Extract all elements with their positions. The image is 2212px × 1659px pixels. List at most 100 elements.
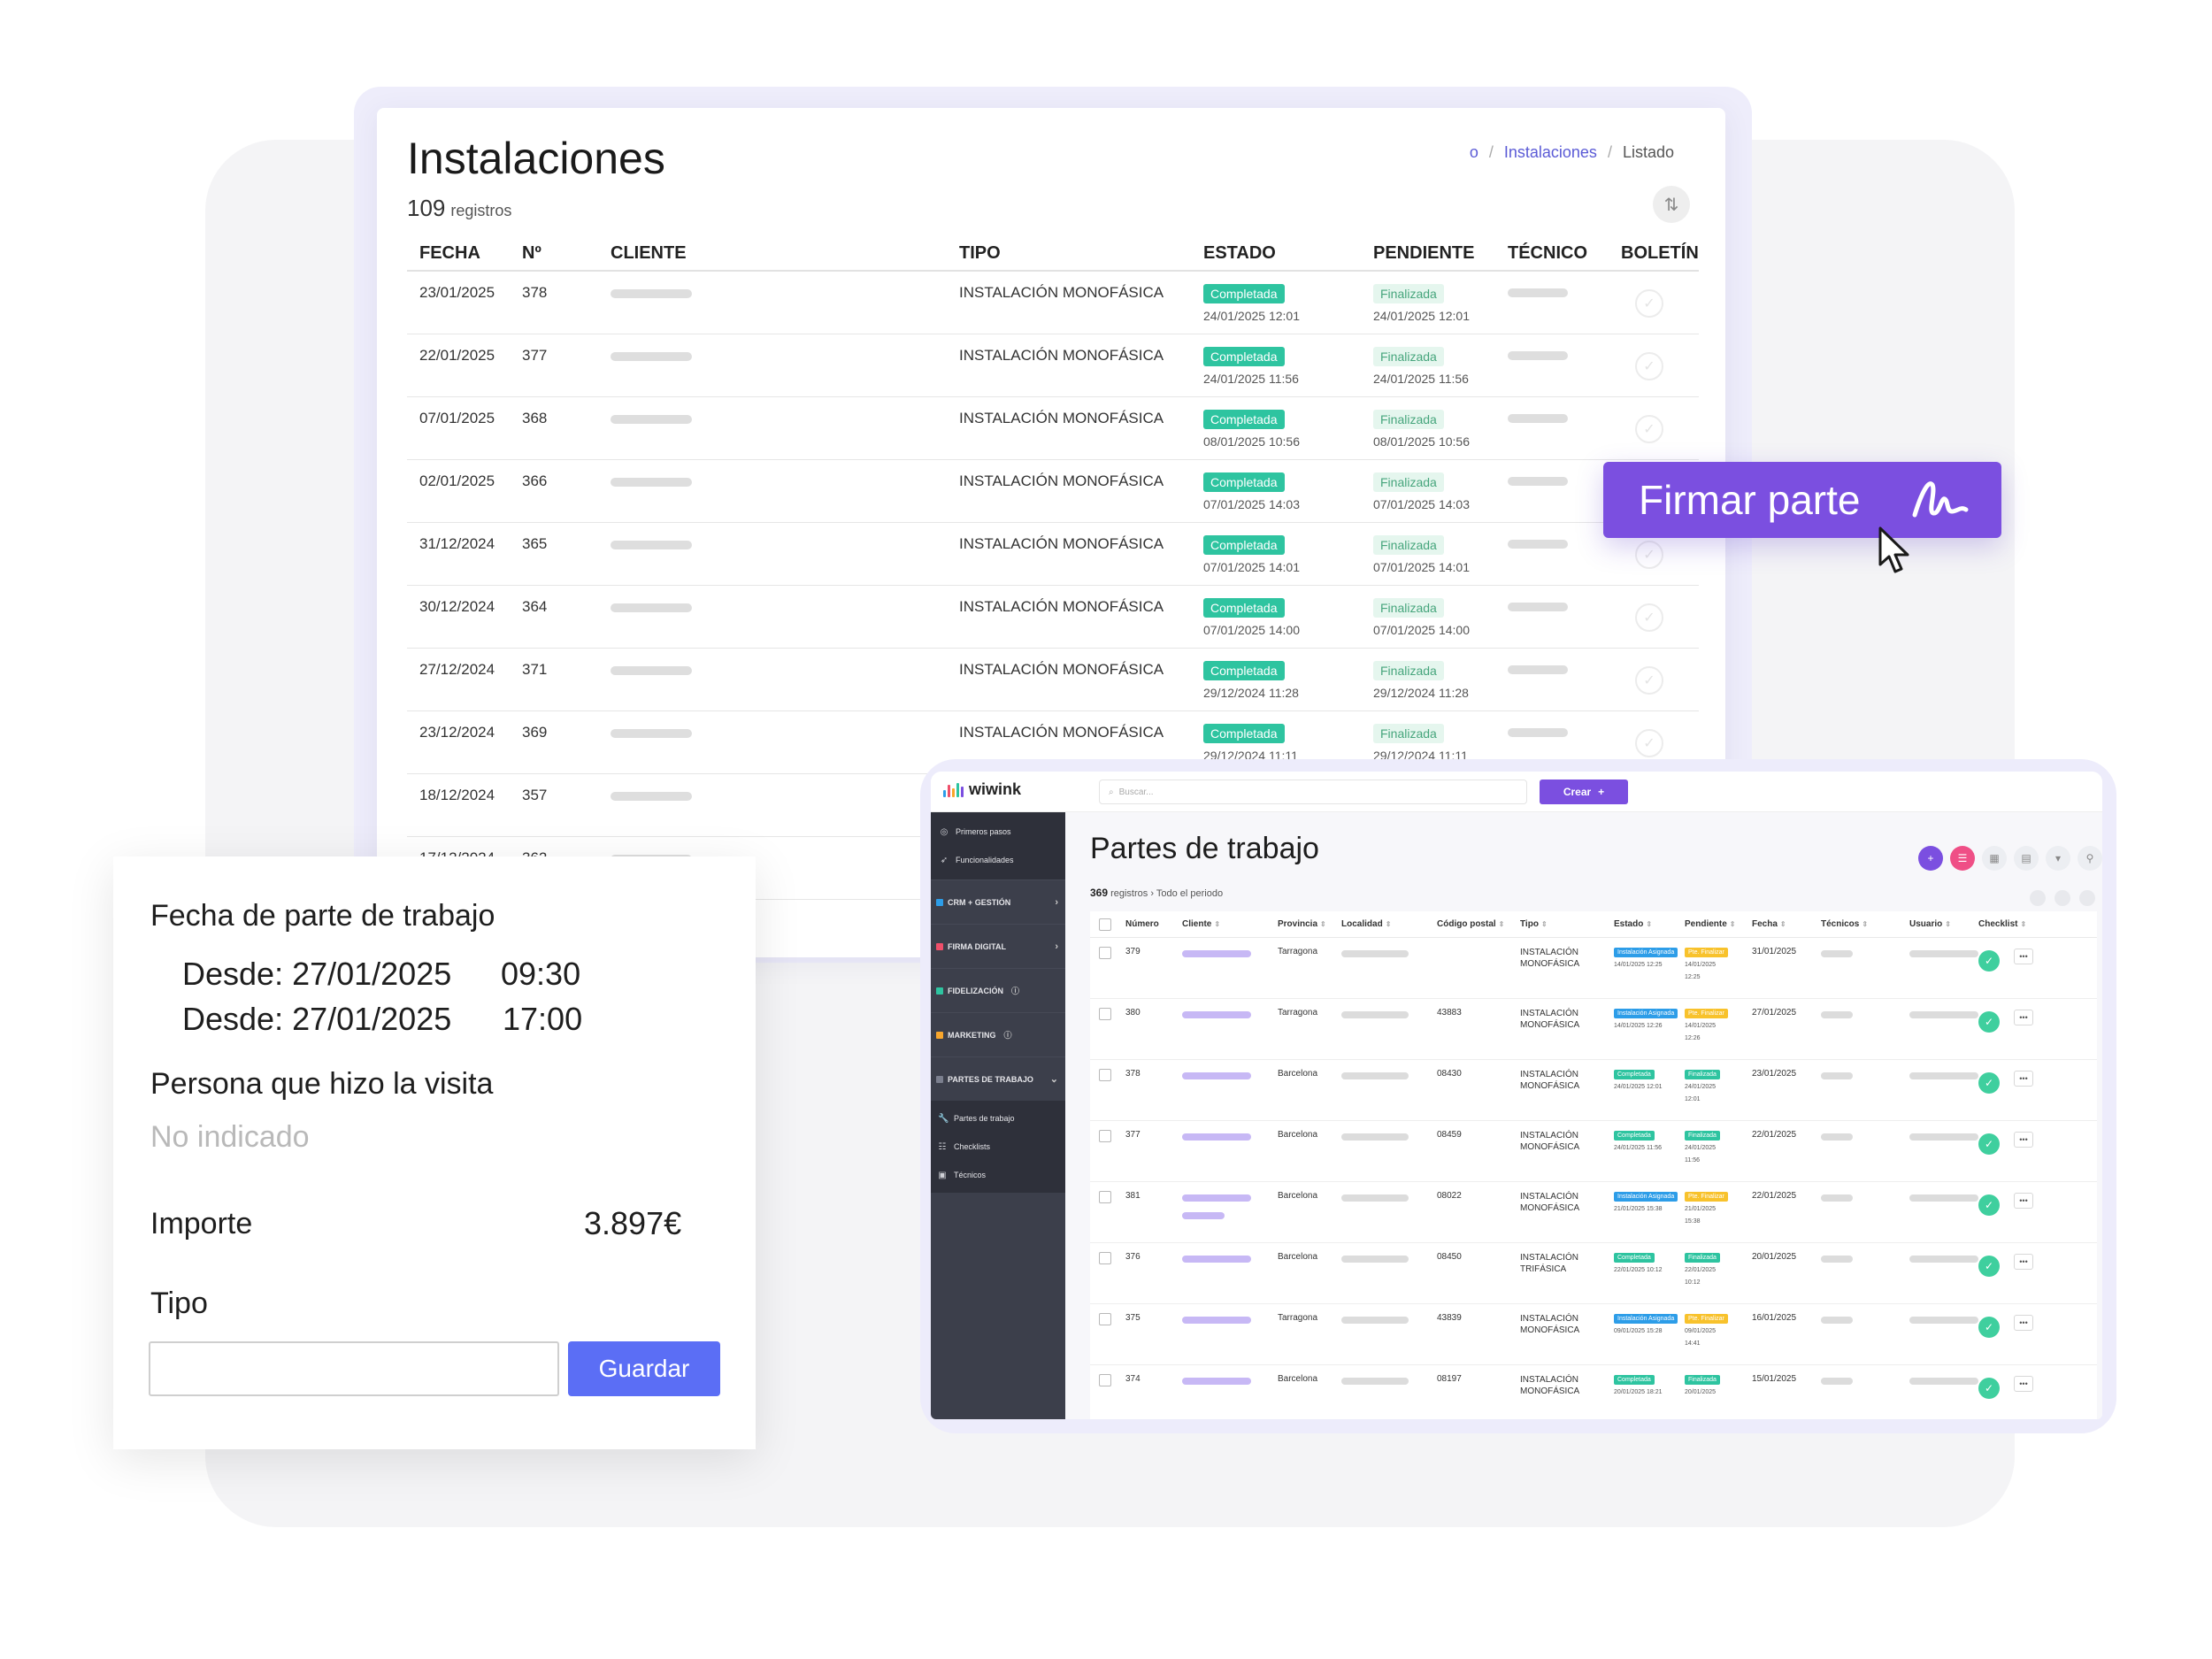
sidebar-section-partes-trabajo[interactable]: PARTES DE TRABAJO ⌄ [931,1056,1065,1101]
col-codigo-postal[interactable]: Código postal ⇕ [1437,919,1520,929]
col-tecnico[interactable]: TÉCNICO [1508,243,1621,264]
table-row[interactable]: 380 Tarragona 43883 INSTALACIÓN MONOFÁSICA In… [1090,999,2097,1060]
grid-view-button[interactable]: ▤ [2014,846,2039,871]
col-cliente[interactable]: CLIENTE [611,243,959,264]
check-icon[interactable]: ✓ [1978,1378,2000,1399]
col-checklist[interactable]: Checklist ⇕ [1978,919,2026,929]
table-row[interactable]: 374 Barcelona 08197 INSTALACIÓN MONOFÁSICA Co… [1090,1365,2097,1419]
sidebar-item-funcionalidades[interactable]: ➶ Funcionalidades [931,846,1065,874]
row-checkbox[interactable] [1099,1191,1111,1203]
col-boletin[interactable]: BOLETÍN [1621,243,1699,264]
check-icon[interactable]: ✓ [1978,1256,2000,1277]
more-options-button[interactable]: ••• [2014,1315,2033,1331]
table-row[interactable]: 07/01/2025 368 INSTALACIÓN MONOFÁSICA Compl… [407,397,1699,460]
col-tipo[interactable]: TIPO [959,243,1203,264]
compass-icon: ◎ [940,826,949,837]
check-icon[interactable]: ✓ [1978,1011,2000,1033]
dropdown-button[interactable]: ▾ [2046,846,2070,871]
cell-localidad [1341,1130,1437,1181]
sidebar-subitems: 🔧 Partes de trabajo ☷ Checklists ▣ Técnicos [931,1101,1065,1193]
row-checkbox[interactable] [1099,1313,1111,1325]
more-options-button[interactable]: ••• [2014,949,2033,964]
sidebar-section-fidelizacion[interactable]: FIDELIZACIÓN ⓘ [931,968,1065,1012]
check-icon[interactable]: ✓ [1635,729,1663,757]
sidebar-item-checklists[interactable]: ☷ Checklists [931,1133,1065,1161]
check-icon[interactable]: ✓ [1978,1317,2000,1338]
check-icon[interactable]: ✓ [1978,1194,2000,1216]
table-row[interactable]: 22/01/2025 377 INSTALACIÓN MONOFÁSICA Compl… [407,334,1699,397]
table-row[interactable]: 379 Tarragona INSTALACIÓN MONOFÁSICA Instala… [1090,938,2097,999]
sort-button[interactable]: ⇅ [1653,186,1690,223]
sidebar-section-firma-digital[interactable]: FIRMA DIGITAL › [931,924,1065,968]
list-view-button[interactable]: ☰ [1950,846,1975,871]
firmar-parte-button[interactable]: Firmar parte [1603,462,2001,538]
table-row[interactable]: 375 Tarragona 43839 INSTALACIÓN MONOFÁSICA In… [1090,1304,2097,1365]
more-options-button[interactable]: ••• [2014,1132,2033,1148]
row-checkbox[interactable] [1099,947,1111,959]
col-pendiente[interactable]: PENDIENTE [1373,243,1508,264]
check-icon[interactable]: ✓ [1978,950,2000,972]
check-icon[interactable]: ✓ [1635,289,1663,318]
col-tipo[interactable]: Tipo ⇕ [1520,919,1614,929]
col-fecha[interactable]: FECHA [407,243,522,264]
row-checkbox[interactable] [1099,1130,1111,1142]
refresh-icon[interactable] [2079,890,2095,906]
period-filter[interactable]: Todo el periodo [1156,888,1223,899]
table-row[interactable]: 31/12/2024 365 INSTALACIÓN MONOFÁSICA Compl… [407,523,1699,586]
table-row[interactable]: 23/01/2025 378 INSTALACIÓN MONOFÁSICA Compl… [407,272,1699,334]
more-options-button[interactable]: ••• [2014,1376,2033,1392]
check-icon[interactable]: ✓ [1978,1072,2000,1094]
pending-badge: Pte. Finalizar [1685,1314,1728,1324]
breadcrumb-home[interactable]: o [1470,143,1479,162]
sidebar-item-primeros-pasos[interactable]: ◎ Primeros pasos [931,818,1065,846]
col-localidad[interactable]: Localidad ⇕ [1341,919,1437,929]
check-icon[interactable]: ✓ [1635,352,1663,380]
row-checkbox[interactable] [1099,1252,1111,1264]
col-estado[interactable]: ESTADO [1203,243,1373,264]
check-icon[interactable]: ✓ [1635,603,1663,632]
check-icon[interactable]: ✓ [1635,415,1663,443]
check-icon[interactable]: ✓ [1635,666,1663,695]
col-cliente[interactable]: Cliente ⇕ [1182,919,1278,929]
col-pendiente[interactable]: Pendiente ⇕ [1685,919,1752,929]
more-options-button[interactable]: ••• [2014,1193,2033,1209]
sidebar-item-tecnicos[interactable]: ▣ Técnicos [931,1161,1065,1189]
table-row[interactable]: 381 Barcelona 08022 INSTALACIÓN MONOFÁSICA In… [1090,1182,2097,1243]
more-options-button[interactable]: ••• [2014,1010,2033,1025]
col-fecha[interactable]: Fecha ⇕ [1752,919,1821,929]
col-numero[interactable]: Nº [522,243,611,264]
col-numero[interactable]: Número [1125,919,1182,929]
check-icon[interactable]: ✓ [1978,1133,2000,1155]
sidebar-item-partes-trabajo[interactable]: 🔧 Partes de trabajo [931,1104,1065,1133]
row-checkbox[interactable] [1099,1008,1111,1020]
sidebar-section-crm[interactable]: CRM + GESTIÓN › [931,879,1065,924]
col-estado[interactable]: Estado ⇕ [1614,919,1685,929]
tipo-input[interactable] [149,1341,559,1396]
select-all-checkbox[interactable] [1099,918,1111,931]
table-row[interactable]: 27/12/2024 371 INSTALACIÓN MONOFÁSICA Compl… [407,649,1699,711]
search-input[interactable]: ⌕ Buscar... [1099,780,1527,804]
col-provincia[interactable]: Provincia ⇕ [1278,919,1341,929]
crear-button[interactable]: Crear + [1540,780,1628,804]
export-icon[interactable] [2030,890,2046,906]
add-button[interactable]: + [1918,846,1943,871]
table-row[interactable]: 30/12/2024 364 INSTALACIÓN MONOFÁSICA Compl… [407,586,1699,649]
col-tecnicos[interactable]: Técnicos ⇕ [1821,919,1909,929]
table-row[interactable]: 376 Barcelona 08450 INSTALACIÓN TRIFÁSICA Com… [1090,1243,2097,1304]
check-icon[interactable]: ✓ [1635,541,1663,569]
row-checkbox[interactable] [1099,1374,1111,1386]
wiwink-logo[interactable]: wiwink [943,780,1021,799]
col-usuario[interactable]: Usuario ⇕ [1909,919,1978,929]
filter-button[interactable]: ⚲ [2078,846,2102,871]
more-options-button[interactable]: ••• [2014,1254,2033,1270]
calendar-view-button[interactable]: ▦ [1982,846,2007,871]
more-options-button[interactable]: ••• [2014,1071,2033,1087]
breadcrumb-instalaciones[interactable]: Instalaciones [1504,143,1597,162]
table-row[interactable]: 377 Barcelona 08459 INSTALACIÓN MONOFÁSICA Co… [1090,1121,2097,1182]
row-checkbox[interactable] [1099,1069,1111,1081]
guardar-button[interactable]: Guardar [568,1341,720,1396]
table-row[interactable]: 378 Barcelona 08430 INSTALACIÓN MONOFÁSICA Co… [1090,1060,2097,1121]
table-row[interactable]: 02/01/2025 366 INSTALACIÓN MONOFÁSICA Compl… [407,460,1699,523]
print-icon[interactable] [2055,890,2070,906]
sidebar-section-marketing[interactable]: MARKETING ⓘ [931,1012,1065,1056]
